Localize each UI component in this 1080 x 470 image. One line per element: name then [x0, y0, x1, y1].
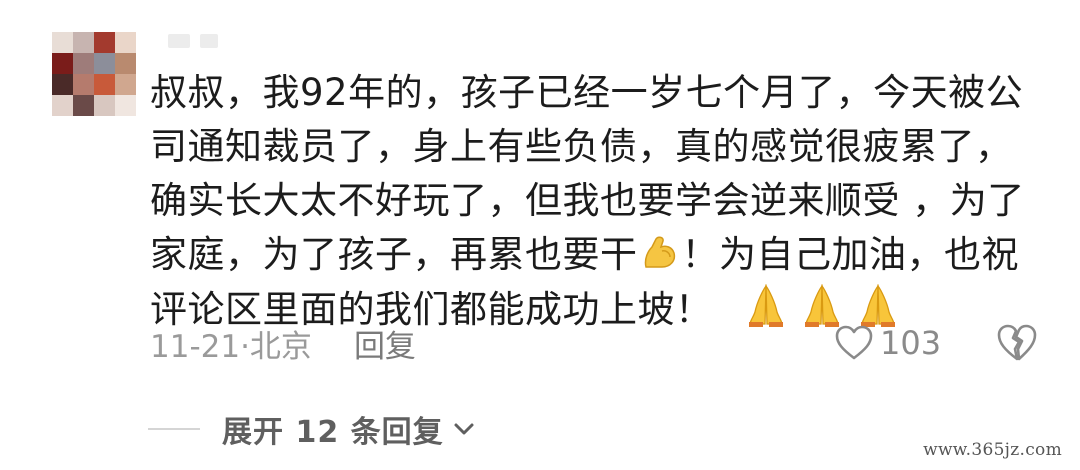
comment-line-3: 确实长大太不好玩了，但我也要学会逆来顺受 ，为了	[150, 179, 1025, 222]
chevron-down-icon	[454, 423, 474, 435]
comment-text: 叔叔，我92年的，孩子已经一岁七个月了，今天被公 司通知裁员了，身上有些负债，真…	[150, 66, 1030, 336]
expand-replies-button[interactable]: 展开 12 条回复	[148, 404, 478, 454]
date-location: 11-21·北京	[150, 328, 312, 365]
flexed-biceps-emoji	[644, 236, 675, 268]
comment-line-2: 司通知裁员了，身上有些负债，真的感觉很疲累了，	[150, 125, 1013, 168]
heart-outline-icon	[835, 325, 873, 360]
watermark: www.365jz.com	[923, 440, 1062, 460]
comment-line-4-before: 家庭，为了孩子，再累也要干	[150, 233, 638, 276]
like-count: 103	[880, 324, 942, 362]
folded-hands-emoji	[748, 283, 783, 327]
avatar[interactable]	[52, 32, 136, 116]
comment-line-4: 家庭，为了孩子，再累也要干 ！为自己加油，也祝	[150, 228, 1030, 282]
expand-replies-label: 展开 12 条回复	[222, 415, 444, 450]
like-button[interactable]: 103	[834, 320, 941, 366]
comment-card: 叔叔，我92年的，孩子已经一岁七个月了，今天被公 司通知裁员了，身上有些负债，真…	[0, 0, 1080, 470]
comment-meta: 11-21·北京 回复	[150, 318, 416, 368]
username-redacted[interactable]	[168, 34, 238, 50]
comment-line-4-after: ！为自己加油，也祝	[681, 233, 1019, 276]
comment-line-1: 叔叔，我92年的，孩子已经一岁七个月了，今天被公	[150, 71, 1024, 114]
divider	[148, 428, 200, 430]
broken-heart-icon[interactable]	[996, 322, 1038, 364]
reply-button[interactable]: 回复	[354, 321, 416, 366]
